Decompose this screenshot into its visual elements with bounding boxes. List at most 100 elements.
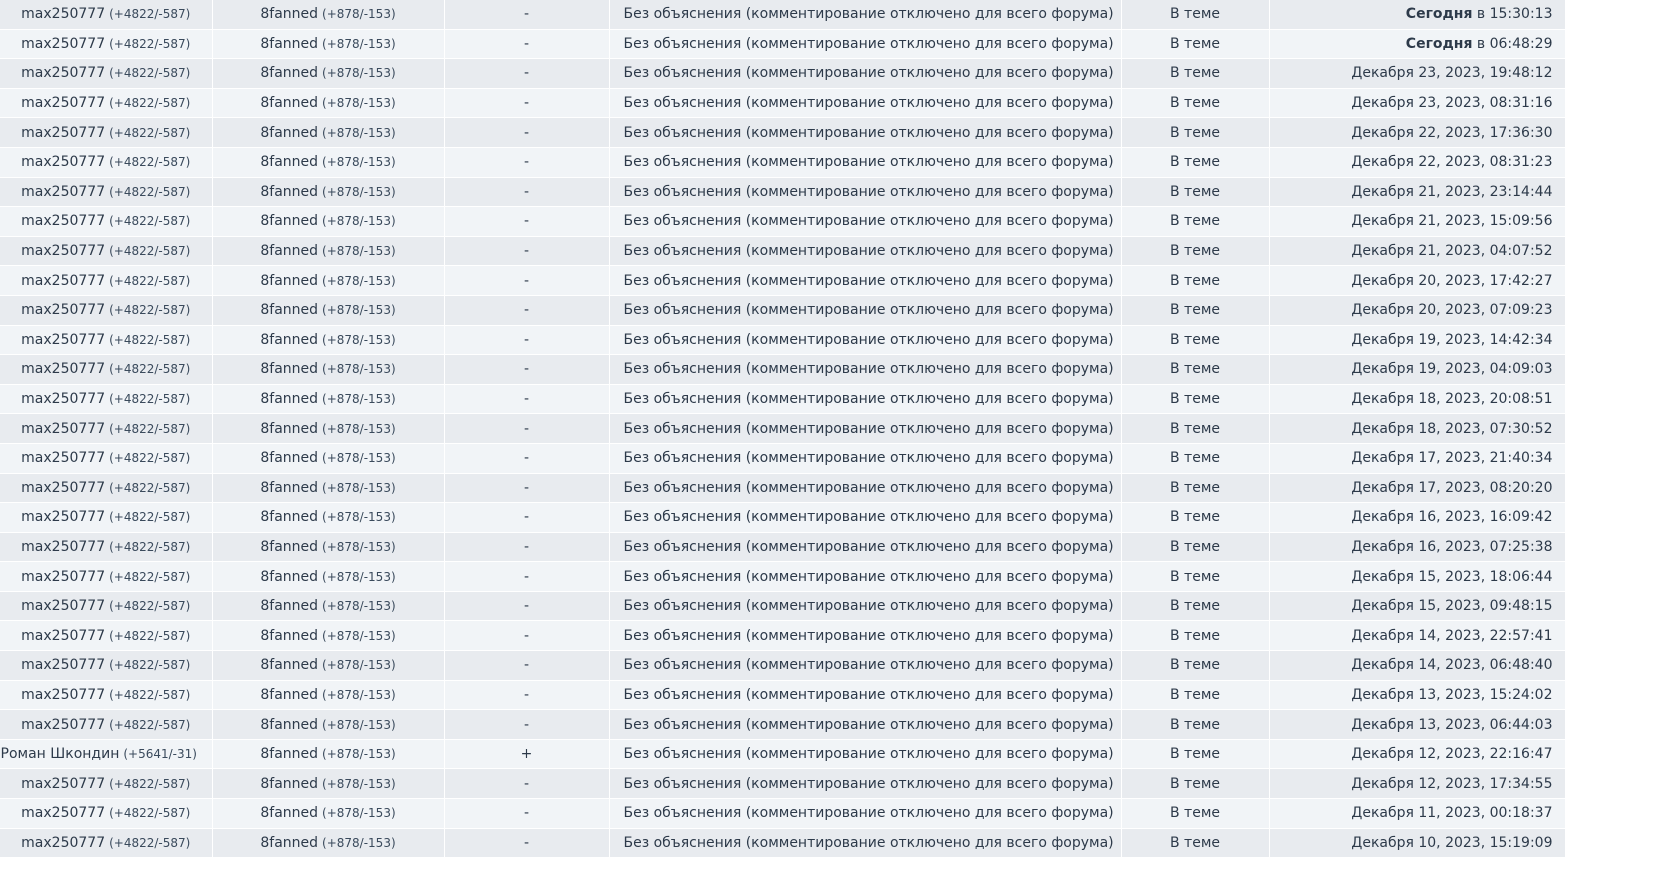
where-cell[interactable]: В теме <box>1121 58 1270 89</box>
receiver-link[interactable]: 8fanned <box>260 125 318 141</box>
where-cell[interactable]: В теме <box>1121 236 1270 267</box>
where-cell[interactable]: В теме <box>1121 709 1270 740</box>
receiver-score: (+878/-153) <box>322 776 396 791</box>
giver-score: (+4822/-587) <box>109 480 191 495</box>
where-cell[interactable]: В теме <box>1121 739 1270 770</box>
receiver-link[interactable]: 8fanned <box>260 36 318 52</box>
giver-link[interactable]: Роман Шкондин <box>1 746 120 762</box>
receiver-link[interactable]: 8fanned <box>260 361 318 377</box>
where-cell[interactable]: В теме <box>1121 650 1270 681</box>
receiver-link[interactable]: 8fanned <box>260 598 318 614</box>
receiver-link[interactable]: 8fanned <box>260 835 318 851</box>
giver-cell: max250777 (+4822/-587) <box>0 265 213 296</box>
reason-cell: Без объяснения (комментирование отключен… <box>609 354 1122 385</box>
giver-link[interactable]: max250777 <box>21 805 105 821</box>
receiver-link[interactable]: 8fanned <box>260 421 318 437</box>
where-cell[interactable]: В теме <box>1121 591 1270 622</box>
giver-cell: max250777 (+4822/-587) <box>0 236 213 267</box>
receiver-link[interactable]: 8fanned <box>260 332 318 348</box>
where-cell[interactable]: В теме <box>1121 532 1270 563</box>
receiver-score: (+878/-153) <box>322 392 396 407</box>
where-cell[interactable]: В теме <box>1121 561 1270 592</box>
giver-link[interactable]: max250777 <box>21 509 105 525</box>
giver-link[interactable]: max250777 <box>21 569 105 585</box>
giver-wrap: max250777 (+4822/-587) <box>21 687 190 703</box>
receiver-link[interactable]: 8fanned <box>260 65 318 81</box>
giver-link[interactable]: max250777 <box>21 213 105 229</box>
giver-link[interactable]: max250777 <box>21 273 105 289</box>
receiver-link[interactable]: 8fanned <box>260 273 318 289</box>
receiver-link[interactable]: 8fanned <box>260 657 318 673</box>
where-cell[interactable]: В теме <box>1121 325 1270 356</box>
giver-link[interactable]: max250777 <box>21 687 105 703</box>
where-cell[interactable]: В теме <box>1121 413 1270 444</box>
giver-score: (+4822/-587) <box>109 451 191 466</box>
giver-link[interactable]: max250777 <box>21 6 105 22</box>
table-row: max250777 (+4822/-587) 8fanned (+878/-153) -… <box>0 502 1566 533</box>
giver-link[interactable]: max250777 <box>21 450 105 466</box>
giver-link[interactable]: max250777 <box>21 598 105 614</box>
giver-score: (+4822/-587) <box>109 66 191 81</box>
giver-wrap: max250777 (+4822/-587) <box>21 273 190 289</box>
where-cell[interactable]: В теме <box>1121 502 1270 533</box>
giver-link[interactable]: max250777 <box>21 835 105 851</box>
where-cell[interactable]: В теме <box>1121 295 1270 326</box>
where-cell[interactable]: В теме <box>1121 265 1270 296</box>
receiver-link[interactable]: 8fanned <box>260 95 318 111</box>
giver-link[interactable]: max250777 <box>21 302 105 318</box>
where-cell[interactable]: В теме <box>1121 828 1270 859</box>
giver-link[interactable]: max250777 <box>21 154 105 170</box>
where-cell[interactable]: В теме <box>1121 768 1270 800</box>
receiver-link[interactable]: 8fanned <box>260 450 318 466</box>
receiver-link[interactable]: 8fanned <box>260 480 318 496</box>
where-cell[interactable]: В теме <box>1121 147 1270 178</box>
giver-link[interactable]: max250777 <box>21 243 105 259</box>
giver-link[interactable]: max250777 <box>21 539 105 555</box>
giver-link[interactable]: max250777 <box>21 125 105 141</box>
where-cell[interactable]: В теме <box>1121 29 1270 60</box>
receiver-link[interactable]: 8fanned <box>260 184 318 200</box>
receiver-link[interactable]: 8fanned <box>260 687 318 703</box>
where-cell[interactable]: В теме <box>1121 177 1270 208</box>
giver-link[interactable]: max250777 <box>21 480 105 496</box>
receiver-link[interactable]: 8fanned <box>260 539 318 555</box>
giver-link[interactable]: max250777 <box>21 776 105 792</box>
where-cell[interactable]: В теме <box>1121 117 1270 148</box>
giver-link[interactable]: max250777 <box>21 184 105 200</box>
date-cell: Декабря 22, 2023, 08:31:23 <box>1269 147 1566 178</box>
giver-link[interactable]: max250777 <box>21 65 105 81</box>
where-cell[interactable]: В теме <box>1121 798 1270 829</box>
receiver-link[interactable]: 8fanned <box>260 569 318 585</box>
giver-link[interactable]: max250777 <box>21 95 105 111</box>
giver-link[interactable]: max250777 <box>21 36 105 52</box>
receiver-link[interactable]: 8fanned <box>260 243 318 259</box>
receiver-link[interactable]: 8fanned <box>260 805 318 821</box>
where-cell[interactable]: В теме <box>1121 473 1270 504</box>
receiver-link[interactable]: 8fanned <box>260 509 318 525</box>
receiver-link[interactable]: 8fanned <box>260 213 318 229</box>
where-cell[interactable]: В теме <box>1121 443 1270 474</box>
receiver-link[interactable]: 8fanned <box>260 628 318 644</box>
where-cell[interactable]: В теме <box>1121 680 1270 711</box>
where-cell[interactable]: В теме <box>1121 206 1270 237</box>
where-cell[interactable]: В теме <box>1121 0 1270 30</box>
receiver-link[interactable]: 8fanned <box>260 154 318 170</box>
giver-link[interactable]: max250777 <box>21 628 105 644</box>
where-cell[interactable]: В теме <box>1121 620 1270 652</box>
receiver-link[interactable]: 8fanned <box>260 746 318 762</box>
giver-cell: max250777 (+4822/-587) <box>0 384 213 415</box>
where-cell[interactable]: В теме <box>1121 354 1270 385</box>
giver-link[interactable]: max250777 <box>21 361 105 377</box>
receiver-link[interactable]: 8fanned <box>260 391 318 407</box>
giver-link[interactable]: max250777 <box>21 391 105 407</box>
giver-link[interactable]: max250777 <box>21 421 105 437</box>
receiver-link[interactable]: 8fanned <box>260 302 318 318</box>
receiver-link[interactable]: 8fanned <box>260 776 318 792</box>
giver-link[interactable]: max250777 <box>21 332 105 348</box>
where-cell[interactable]: В теме <box>1121 384 1270 415</box>
receiver-link[interactable]: 8fanned <box>260 717 318 733</box>
receiver-link[interactable]: 8fanned <box>260 6 318 22</box>
giver-link[interactable]: max250777 <box>21 717 105 733</box>
giver-link[interactable]: max250777 <box>21 657 105 673</box>
where-cell[interactable]: В теме <box>1121 88 1270 119</box>
